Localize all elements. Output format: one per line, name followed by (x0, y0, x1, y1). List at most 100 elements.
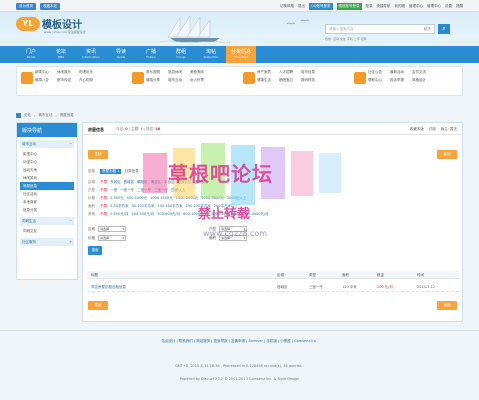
settings-link[interactable]: 设置 (445, 4, 452, 9)
set-homepage-link[interactable]: 设为首页 (16, 3, 36, 10)
my-circle-link[interactable]: 我的圈 (395, 4, 406, 9)
filter-option[interactable]: 2000-3000元/月 (241, 212, 268, 216)
logout-link[interactable]: 退出 (298, 4, 305, 9)
site-logo[interactable]: YL 模板设计 www.ylmb.com 专注模板设计 (16, 16, 86, 34)
subnav-link[interactable]: 吃喝玩乐 (79, 70, 99, 75)
filter-option[interactable]: 150-200平方米 (186, 204, 211, 208)
price-select[interactable]: 请选择 (98, 235, 126, 241)
subnav-link[interactable]: 情感分享 (146, 78, 166, 83)
breadcrumb-item[interactable]: 论坛 (24, 113, 31, 118)
filter-option[interactable]: 2000-3000元 (201, 196, 224, 200)
subnav-link[interactable]: 社区公告 (368, 70, 388, 75)
search-input[interactable]: 请输入搜索内容 帖子 (325, 24, 435, 34)
filter-option[interactable]: 200平方米以上 (214, 204, 238, 208)
subnav-link[interactable]: 晒晒宝贝 (279, 78, 299, 83)
filter-option[interactable]: 50-100平方米 (132, 204, 155, 208)
filter-option[interactable]: 东城区 (110, 180, 121, 184)
admin-center-link[interactable]: 管理中心 (409, 4, 423, 9)
subnav-link[interactable]: 帮助中心 (368, 78, 388, 83)
sidebar-section-life[interactable]: 同城生活 − (20, 217, 74, 225)
sidebar-item[interactable]: 社区活动 (17, 190, 77, 198)
subnav-link[interactable]: 房产家居 (257, 70, 277, 75)
filter-option[interactable]: 1000-2000元/月 (211, 212, 238, 216)
filter-option[interactable]: 西城区 (124, 180, 135, 184)
filter-option[interactable]: 300-600元/月 (157, 212, 180, 216)
post-button-bottom[interactable]: 发帖 (88, 301, 108, 310)
category-chip[interactable]: 房屋出租 1 (100, 169, 122, 174)
filter-option[interactable]: 不限 (100, 204, 107, 208)
nav-item-collection[interactable]: 淘帖 Collection (196, 46, 226, 63)
nav-item-follow[interactable]: 广播 Follow (136, 46, 166, 63)
search-button[interactable]: ⌕ (438, 24, 450, 34)
filter-option[interactable]: 3000元以上 (227, 196, 246, 200)
sidebar-item[interactable]: 同城交友 (17, 227, 77, 235)
row-title-link[interactable]: 市区房屋出租出租信息 (91, 285, 126, 290)
filter-option[interactable]: 一室一厅 (120, 188, 134, 192)
post-button-top[interactable]: 发帖 (88, 150, 108, 159)
filter-option[interactable]: 不限 (100, 180, 107, 184)
return-button-top[interactable]: 返回 (437, 150, 457, 159)
sidebar-section-city[interactable]: 城市互动 − (20, 140, 74, 148)
subnav-link[interactable]: 新闻中心 (35, 70, 55, 75)
sidebar-section-service[interactable]: 社区服务 + (20, 238, 74, 246)
subnav-link[interactable]: 美食美味 (190, 70, 210, 75)
subnav-link[interactable]: 情感八卦 (35, 78, 55, 83)
switch-style-link[interactable]: 切换风格 (280, 4, 294, 9)
favorite-forum-link[interactable]: 收藏本版 (410, 127, 424, 132)
area-select[interactable]: 请选择 (98, 226, 126, 232)
sidebar-item[interactable]: 运动天地 (17, 166, 77, 174)
collapse-icon[interactable]: − (69, 142, 72, 146)
subnav-link[interactable]: 旅游休闲 (168, 70, 188, 75)
home-icon[interactable] (16, 113, 21, 118)
size-select[interactable]: 请选择 (219, 235, 247, 241)
expand-icon[interactable]: + (69, 240, 72, 244)
nav-item-information[interactable]: 资讯 Information (76, 46, 106, 63)
return-button-bottom[interactable]: 返回 (437, 301, 457, 310)
filter-option[interactable]: 丰台区 (164, 180, 175, 184)
subnav-link[interactable]: 育乐观照 (146, 70, 166, 75)
filter-option[interactable]: 600-1000元/月 (183, 212, 208, 216)
sidebar-item[interactable]: 休闲风尚 (17, 174, 77, 182)
filter-option[interactable]: 三室一厅 (154, 188, 168, 192)
filter-option[interactable]: 0-100元/月 (110, 212, 128, 216)
sidebar-item[interactable]: 信息分类 (17, 206, 77, 214)
login-link[interactable]: 登录 (366, 4, 373, 9)
filter-option[interactable]: 0-50平方米 (110, 204, 128, 208)
layout-select[interactable]: 请选择 (219, 226, 247, 232)
subnav-link[interactable]: 健康生活 (257, 78, 277, 83)
subscribe-link[interactable]: 订阅 (429, 127, 436, 132)
subnav-link[interactable]: 开心购物 (79, 78, 99, 83)
sidebar-item[interactable]: 本地商家 (17, 198, 77, 206)
filter-option[interactable]: 通州区 (195, 180, 206, 184)
subnav-link[interactable]: 风格设计 (412, 78, 432, 83)
subnav-link[interactable]: 数码科技 (301, 78, 321, 83)
wechat-login-button[interactable]: 微信账号登录 (336, 3, 362, 10)
subnav-link[interactable]: 人才招聘 (279, 70, 299, 75)
collapse-icon[interactable]: − (69, 219, 72, 223)
subnav-link[interactable]: 最新活动 (390, 70, 410, 75)
subnav-link[interactable]: 休闲娱乐 (57, 70, 77, 75)
filter-option[interactable]: 不限 (100, 188, 107, 192)
filter-option[interactable]: 二室一厅 (137, 188, 151, 192)
quick-nav-link[interactable]: 快捷导航 (377, 4, 391, 9)
breadcrumb-item[interactable]: 房屋信息 (60, 113, 74, 118)
filter-option[interactable]: 海淀区 (151, 180, 162, 184)
filter-option[interactable]: 1000-1500元 (150, 196, 173, 200)
filter-option[interactable]: 1500-2000元 (176, 196, 199, 200)
subnav-link[interactable]: 会员交流 (412, 70, 432, 75)
subnav-link[interactable]: 城市互动 (168, 78, 188, 83)
search-scope-select[interactable]: 帖子 (424, 27, 431, 32)
admin-center-link-2[interactable]: 管理中心 (427, 4, 441, 9)
filter-option[interactable]: 不限 (100, 196, 107, 200)
filter-option[interactable]: 100-300元/月 (131, 212, 154, 216)
sidebar-item[interactable]: 影视中心 (17, 150, 77, 158)
all-tab[interactable]: 全部 (88, 169, 99, 174)
nav-item-guide[interactable]: 导读 Guide (106, 46, 136, 63)
footer-links[interactable]: 站点统计 | 联系我们 | 网站服务 | 投诉举报 | 友情申请 | Archi… (0, 339, 479, 344)
notice-link[interactable]: 提醒 (456, 4, 463, 9)
subnav-link[interactable]: 女人世界 (190, 78, 210, 83)
nav-item-group[interactable]: 群组 Group (166, 46, 196, 63)
filter-option[interactable]: 0-500元 (110, 196, 124, 200)
nav-item-portal[interactable]: 门户 Portal (16, 46, 46, 63)
filter-option[interactable]: 一室 (110, 188, 117, 192)
